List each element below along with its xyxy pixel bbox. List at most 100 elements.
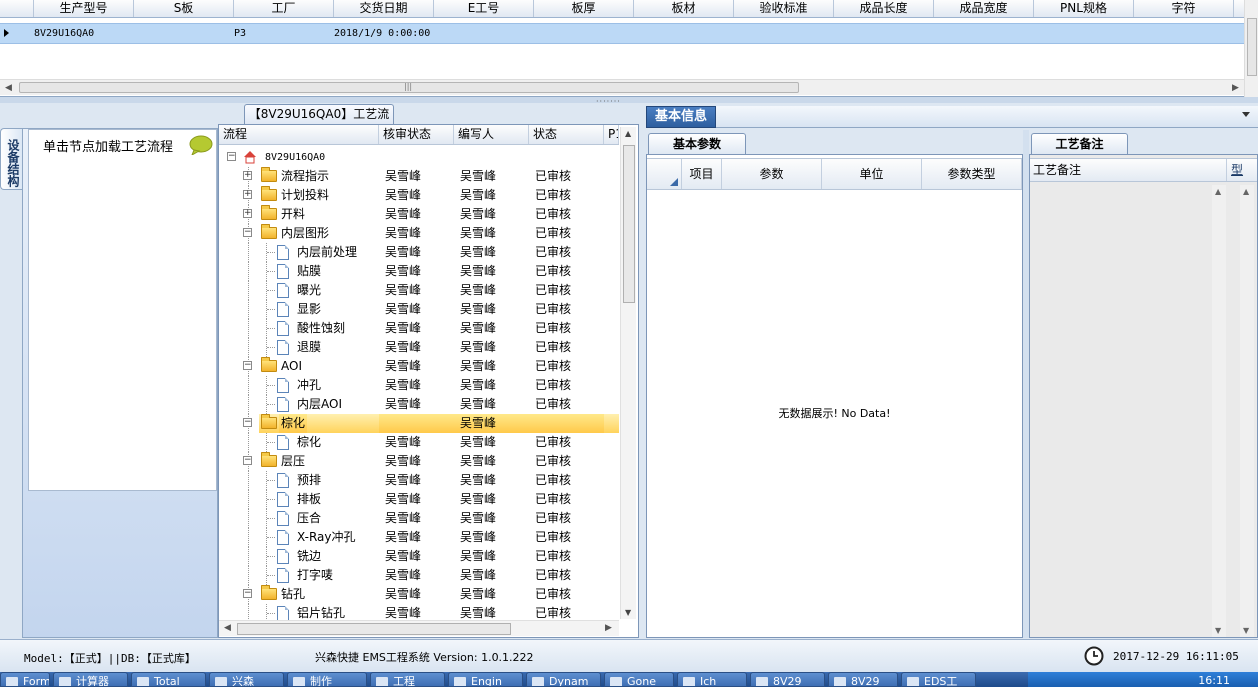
scroll-up-icon[interactable]: ▲ bbox=[1243, 187, 1249, 196]
tree-row[interactable]: 曝光 吴雪峰 吴雪峰 已审核 bbox=[219, 281, 619, 300]
taskbar-button[interactable]: 计算器 bbox=[53, 672, 128, 687]
product-grid-row[interactable]: 8V29U16QA0 P3 2018/1/9 0:00:00 bbox=[0, 23, 1244, 44]
col-header-4[interactable]: E工号 bbox=[434, 0, 534, 17]
taskbar-button[interactable]: 兴森 bbox=[209, 672, 284, 687]
col-header-notes[interactable]: 工艺备注 bbox=[1030, 159, 1227, 181]
process-tree-vscroll[interactable]: ▲ ▼ bbox=[620, 127, 636, 619]
col-header-7[interactable]: 验收标准 bbox=[734, 0, 834, 17]
tree-row[interactable]: + 计划投料 吴雪峰 吴雪峰 已审核 bbox=[219, 186, 619, 205]
scroll-left-icon[interactable]: ◀ bbox=[5, 83, 12, 93]
scroll-down-icon[interactable]: ▼ bbox=[625, 608, 631, 617]
tree-row[interactable]: 铣边 吴雪峰 吴雪峰 已审核 bbox=[219, 547, 619, 566]
tree-node-label[interactable]: 贴膜 bbox=[295, 262, 323, 281]
tree-node-label[interactable]: 内层前处理 bbox=[295, 243, 359, 262]
col-header-0[interactable]: 生产型号 bbox=[34, 0, 134, 17]
tab-basic-params[interactable]: 基本参数 bbox=[648, 133, 746, 154]
tree-node-label[interactable]: 计划投料 bbox=[279, 186, 331, 205]
taskbar-button[interactable]: Formail bbox=[0, 672, 50, 687]
taskbar-button[interactable]: Ich bbox=[677, 672, 747, 687]
tree-row[interactable]: − 8V29U16QA0 bbox=[219, 148, 619, 167]
taskbar-button[interactable]: 8V29 bbox=[750, 672, 825, 687]
tree-row[interactable]: + 开料 吴雪峰 吴雪峰 已审核 bbox=[219, 205, 619, 224]
tree-node-label[interactable]: 曝光 bbox=[295, 281, 323, 300]
collapse-icon[interactable]: − bbox=[227, 152, 236, 161]
tree-row[interactable]: 内层AOI 吴雪峰 吴雪峰 已审核 bbox=[219, 395, 619, 414]
tree-node-label[interactable]: 打字唛 bbox=[295, 566, 335, 585]
expand-icon[interactable]: + bbox=[243, 171, 252, 180]
tree-row[interactable]: 棕化 吴雪峰 吴雪峰 已审核 bbox=[219, 433, 619, 452]
grid-cell[interactable] bbox=[534, 24, 634, 43]
tree-node-label[interactable]: 退膜 bbox=[295, 338, 323, 357]
collapse-icon[interactable]: − bbox=[243, 456, 252, 465]
collapse-icon[interactable]: − bbox=[243, 228, 252, 237]
tree-row[interactable]: − AOI 吴雪峰 吴雪峰 已审核 bbox=[219, 357, 619, 376]
col-header-1[interactable]: S板 bbox=[134, 0, 234, 17]
grid-cell[interactable] bbox=[134, 24, 234, 43]
notes-vscroll[interactable]: ▲ ▼ bbox=[1212, 185, 1226, 637]
grid-cell[interactable] bbox=[1134, 24, 1234, 43]
tree-node-label[interactable]: 层压 bbox=[279, 452, 307, 471]
col-header-11[interactable]: 字符 bbox=[1134, 0, 1234, 17]
scroll-thumb[interactable] bbox=[623, 145, 635, 303]
tab-process-notes[interactable]: 工艺备注 bbox=[1031, 133, 1128, 154]
grid-cell[interactable]: P3 bbox=[234, 24, 334, 43]
grid-cell[interactable] bbox=[934, 24, 1034, 43]
grid-cell[interactable] bbox=[634, 24, 734, 43]
tree-row[interactable]: 退膜 吴雪峰 吴雪峰 已审核 bbox=[219, 338, 619, 357]
grid-cell[interactable]: 2018/1/9 0:00:00 bbox=[334, 24, 434, 43]
tree-node-label[interactable]: 棕化 bbox=[279, 414, 308, 433]
taskbar-button[interactable]: Engin bbox=[448, 672, 523, 687]
tab-process-flow[interactable]: 【8V29U16QA0】工艺流程 bbox=[244, 104, 394, 139]
tree-row[interactable]: 压合 吴雪峰 吴雪峰 已审核 bbox=[219, 509, 619, 528]
tree-node-label[interactable]: 8V29U16QA0 bbox=[263, 148, 327, 167]
product-grid-hscroll[interactable]: ◀ ||| ▶ bbox=[0, 79, 1244, 95]
tree-node-label[interactable]: 冲孔 bbox=[295, 376, 323, 395]
tab-basic-info[interactable]: 基本信息 bbox=[646, 106, 716, 128]
process-tree-hscroll[interactable]: ◀ ▶ bbox=[219, 620, 619, 636]
tree-row[interactable]: 打字唛 吴雪峰 吴雪峰 已审核 bbox=[219, 566, 619, 585]
col-header-8[interactable]: 成品长度 bbox=[834, 0, 934, 17]
tree-row[interactable]: − 内层图形 吴雪峰 吴雪峰 已审核 bbox=[219, 224, 619, 243]
col-header-9[interactable]: 成品宽度 bbox=[934, 0, 1034, 17]
col-header-p1[interactable]: P1 bbox=[604, 125, 619, 144]
col-header-5[interactable]: 板厚 bbox=[534, 0, 634, 17]
expand-icon[interactable]: + bbox=[243, 190, 252, 199]
expand-icon[interactable]: + bbox=[243, 209, 252, 218]
col-header-param-type[interactable]: 参数类型 bbox=[922, 159, 1022, 189]
collapse-icon[interactable]: − bbox=[243, 589, 252, 598]
tree-row[interactable]: − 钻孔 吴雪峰 吴雪峰 已审核 bbox=[219, 585, 619, 604]
tree-row[interactable]: 预排 吴雪峰 吴雪峰 已审核 bbox=[219, 471, 619, 490]
horizontal-splitter[interactable]: ······· bbox=[0, 97, 1258, 106]
grid-cell[interactable] bbox=[1034, 24, 1134, 43]
tree-node-label[interactable]: 铣边 bbox=[295, 547, 323, 566]
node-loader-area[interactable]: 单击节点加载工艺流程 bbox=[28, 129, 217, 491]
tree-row[interactable]: + 流程指示 吴雪峰 吴雪峰 已审核 bbox=[219, 167, 619, 186]
taskbar-button[interactable]: Dynam bbox=[526, 672, 601, 687]
scroll-up-icon[interactable]: ▲ bbox=[625, 129, 631, 138]
tree-row[interactable]: − 层压 吴雪峰 吴雪峰 已审核 bbox=[219, 452, 619, 471]
grid-cell[interactable] bbox=[834, 24, 934, 43]
col-header-6[interactable]: 板材 bbox=[634, 0, 734, 17]
col-header-unit[interactable]: 单位 bbox=[822, 159, 922, 189]
collapse-icon[interactable]: − bbox=[243, 361, 252, 370]
scroll-right-icon[interactable]: ▶ bbox=[605, 623, 612, 633]
tree-node-label[interactable]: 酸性蚀刻 bbox=[295, 319, 347, 338]
col-header-10[interactable]: PNL规格 bbox=[1034, 0, 1134, 17]
tree-row[interactable]: 内层前处理 吴雪峰 吴雪峰 已审核 bbox=[219, 243, 619, 262]
tree-node-label[interactable]: 内层图形 bbox=[279, 224, 331, 243]
tree-node-label[interactable]: 排板 bbox=[295, 490, 323, 509]
taskbar-button[interactable]: EDS工 bbox=[901, 672, 976, 687]
product-grid-vscroll[interactable] bbox=[1244, 0, 1258, 97]
tree-node-label[interactable]: 铝片钻孔 bbox=[295, 604, 347, 620]
tree-row[interactable]: − 棕化 吴雪峰 bbox=[219, 414, 619, 433]
col-header-2[interactable]: 工厂 bbox=[234, 0, 334, 17]
tree-node-label[interactable]: AOI bbox=[279, 357, 304, 376]
tree-node-label[interactable]: 内层AOI bbox=[295, 395, 344, 414]
scroll-left-icon[interactable]: ◀ bbox=[224, 623, 231, 633]
grid-cell[interactable] bbox=[434, 24, 534, 43]
tree-row[interactable]: 酸性蚀刻 吴雪峰 吴雪峰 已审核 bbox=[219, 319, 619, 338]
col-header-param[interactable]: 参数 bbox=[722, 159, 822, 189]
col-header-writer[interactable]: 编写人 bbox=[454, 125, 529, 144]
tree-row[interactable]: 铝片钻孔 吴雪峰 吴雪峰 已审核 bbox=[219, 604, 619, 620]
col-header-item[interactable]: 项目 bbox=[682, 159, 722, 189]
